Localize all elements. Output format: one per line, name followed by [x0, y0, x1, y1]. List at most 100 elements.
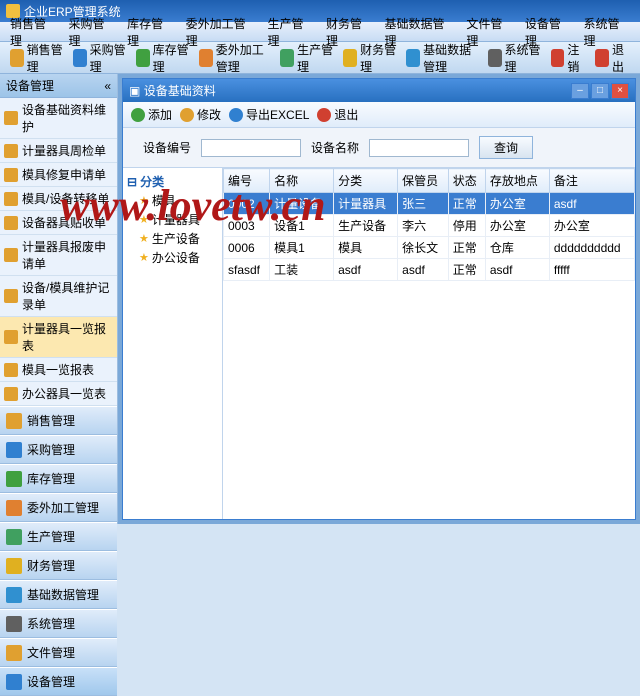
column-header[interactable]: 存放地点: [485, 169, 549, 193]
table-cell: 办公室: [485, 215, 549, 237]
tool-icon: [131, 108, 145, 122]
star-icon: ★: [139, 232, 149, 245]
table-cell: 办公室: [549, 215, 634, 237]
code-label: 设备编号: [143, 139, 191, 156]
sidebar-group[interactable]: 生产管理: [0, 522, 117, 551]
group-icon: [6, 558, 22, 574]
sidebar-tree-item[interactable]: 模具一览报表: [0, 358, 117, 382]
search-button[interactable]: 查询: [479, 136, 533, 159]
category-node[interactable]: ★办公设备: [139, 248, 218, 267]
group-icon: [6, 500, 22, 516]
toolbar-button[interactable]: 采购管理: [69, 39, 130, 77]
toolbar-button[interactable]: 基础数据管理: [402, 39, 481, 77]
sidebar-tree-item[interactable]: 模具/设备转移单: [0, 187, 117, 211]
sidebar-group[interactable]: 销售管理: [0, 406, 117, 435]
window-tool-button[interactable]: 添加: [131, 106, 172, 123]
sidebar-group[interactable]: 采购管理: [0, 435, 117, 464]
sidebar-group[interactable]: 财务管理: [0, 551, 117, 580]
toolbar-button[interactable]: 生产管理: [276, 39, 337, 77]
table-row[interactable]: 0002计量设备计量器具张三正常办公室asdf: [224, 193, 635, 215]
table-cell: 生产设备: [334, 215, 398, 237]
toolbar-icon: [551, 49, 565, 67]
grid-header-row: 编号名称分类保管员状态存放地点备注: [224, 169, 635, 193]
table-cell: 计量器具: [334, 193, 398, 215]
toolbar-button[interactable]: 系统管理: [484, 39, 545, 77]
data-grid[interactable]: 编号名称分类保管员状态存放地点备注 0002计量设备计量器具张三正常办公室asd…: [223, 168, 635, 519]
table-cell: 仓库: [485, 237, 549, 259]
name-input[interactable]: [369, 139, 469, 157]
table-cell: fffff: [549, 259, 634, 281]
code-input[interactable]: [201, 139, 301, 157]
column-header[interactable]: 备注: [549, 169, 634, 193]
column-header[interactable]: 分类: [334, 169, 398, 193]
sidebar-tree-item[interactable]: 计量器具周检单: [0, 139, 117, 163]
table-row[interactable]: 0003设备1生产设备李六停用办公室办公室: [224, 215, 635, 237]
group-icon: [6, 616, 22, 632]
category-node[interactable]: ★生产设备: [139, 229, 218, 248]
table-cell: sfasdf: [224, 259, 270, 281]
toolbar-button[interactable]: 财务管理: [339, 39, 400, 77]
sidebar-group[interactable]: 系统管理: [0, 609, 117, 638]
tool-icon: [229, 108, 243, 122]
table-cell: 0002: [224, 193, 270, 215]
sidebar-tree-item[interactable]: 办公器具一览表: [0, 382, 117, 406]
toolbar-icon: [280, 49, 294, 67]
window-tool-button[interactable]: 退出: [317, 106, 358, 123]
sidebar-group[interactable]: 基础数据管理: [0, 580, 117, 609]
toolbar-icon: [136, 49, 150, 67]
sidebar-tree-item[interactable]: 模具修复申请单: [0, 163, 117, 187]
toolbar-icon: [488, 49, 502, 67]
star-icon: ★: [139, 194, 149, 207]
category-node[interactable]: ★模具: [139, 191, 218, 210]
sidebar-tree: 设备基础资料维护计量器具周检单模具修复申请单模具/设备转移单设备器具贴收单计量器…: [0, 98, 117, 406]
child-window: ▣ 设备基础资料 – □ × 添加修改导出EXCEL 退出 设备编号 设备名称 查…: [122, 78, 636, 520]
sidebar-group[interactable]: 文件管理: [0, 638, 117, 667]
sidebar-header[interactable]: 设备管理 «: [0, 74, 117, 98]
tree-item-icon: [4, 168, 18, 182]
main-toolbar: 销售管理采购管理库存管理委外加工管理生产管理财务管理基础数据管理系统管理注销退出: [0, 42, 640, 74]
group-icon: [6, 471, 22, 487]
category-node[interactable]: ★计量器具: [139, 210, 218, 229]
tree-item-icon: [4, 192, 18, 206]
sidebar-tree-item[interactable]: 设备/模具维护记录单: [0, 276, 117, 317]
toolbar-button[interactable]: 库存管理: [132, 39, 193, 77]
column-header[interactable]: 保管员: [398, 169, 449, 193]
toolbar-button[interactable]: 委外加工管理: [195, 39, 274, 77]
window-toolbar: 添加修改导出EXCEL 退出: [123, 102, 635, 128]
sidebar-tree-item[interactable]: 计量器具一览报表: [0, 317, 117, 358]
sidebar-tree-item[interactable]: 设备基础资料维护: [0, 98, 117, 139]
table-cell: 设备1: [270, 215, 334, 237]
sidebar-group[interactable]: 设备管理: [0, 667, 117, 696]
tree-root[interactable]: ⊟ 分类: [127, 172, 218, 191]
name-label: 设备名称: [311, 139, 359, 156]
table-cell: 0003: [224, 215, 270, 237]
sidebar-group[interactable]: 委外加工管理: [0, 493, 117, 522]
toolbar-button[interactable]: 注销: [547, 39, 590, 77]
window-tool-button[interactable]: 导出EXCEL: [229, 106, 309, 123]
column-header[interactable]: 名称: [270, 169, 334, 193]
table-cell: 模具: [334, 237, 398, 259]
window-titlebar[interactable]: ▣ 设备基础资料 – □ ×: [123, 79, 635, 102]
table-cell: 模具1: [270, 237, 334, 259]
minimize-button[interactable]: –: [571, 83, 589, 99]
sidebar-tree-item[interactable]: 计量器具报废申请单: [0, 235, 117, 276]
close-button[interactable]: ×: [611, 83, 629, 99]
window-tool-button[interactable]: 修改: [180, 106, 221, 123]
sidebar-header-label: 设备管理: [6, 77, 54, 94]
table-row[interactable]: sfasdf工装asdfasdf正常asdffffff: [224, 259, 635, 281]
sidebar-tree-item[interactable]: 设备器具贴收单: [0, 211, 117, 235]
column-header[interactable]: 状态: [448, 169, 485, 193]
search-row: 设备编号 设备名称 查询: [123, 128, 635, 168]
column-header[interactable]: 编号: [224, 169, 270, 193]
toolbar-icon: [343, 49, 357, 67]
table-cell: 正常: [448, 259, 485, 281]
table-row[interactable]: 0006模具1模具徐长文正常仓库dddddddddd: [224, 237, 635, 259]
sidebar-group[interactable]: 库存管理: [0, 464, 117, 493]
maximize-button[interactable]: □: [591, 83, 609, 99]
toolbar-button[interactable]: 退出: [591, 39, 634, 77]
table-cell: 正常: [448, 193, 485, 215]
star-icon: ★: [139, 213, 149, 226]
toolbar-button[interactable]: 销售管理: [6, 39, 67, 77]
window-icon: ▣: [129, 84, 140, 98]
toolbar-icon: [406, 49, 420, 67]
